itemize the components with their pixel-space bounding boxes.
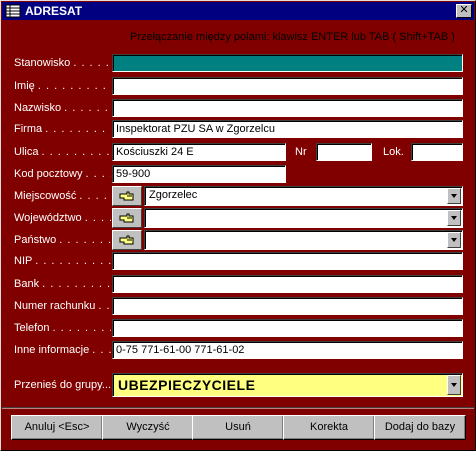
close-icon: ✕ <box>459 4 469 16</box>
hand-pointer-icon <box>119 191 134 201</box>
label-imie: Imię . . . . . . . . . . . . . . . . . .… <box>14 80 111 92</box>
label-firma: Firma . . . . . . . . . . . . . . . . . … <box>14 123 111 135</box>
nip-field[interactable] <box>112 252 463 270</box>
bank-field[interactable] <box>112 275 463 293</box>
table-icon <box>5 4 21 18</box>
dodaj-do-bazy-button[interactable]: Dodaj do bazy <box>374 415 466 440</box>
panstwo-select[interactable] <box>144 230 463 250</box>
lok-field[interactable] <box>411 143 463 161</box>
firma-field[interactable]: Inspektorat PZU SA w Zgorzelcu <box>112 120 463 138</box>
miejscowosc-picker-button[interactable] <box>112 186 142 206</box>
telefon-field[interactable] <box>112 319 463 337</box>
label-lok: Lok. <box>383 146 404 158</box>
imie-field[interactable] <box>112 77 463 95</box>
label-kod: Kod pocztowy . . . . . . . . . . . . . .… <box>14 168 111 180</box>
panstwo-picker-button[interactable] <box>112 230 142 250</box>
nr-field[interactable] <box>316 143 372 161</box>
label-stanowisko: Stanowisko . . . . . . . . . . . . . . .… <box>14 57 111 69</box>
title-bar[interactable]: ADRESAT ✕ <box>2 2 474 20</box>
hand-pointer-icon <box>119 235 134 245</box>
grupa-select[interactable]: UBEZPIECZYCIELE <box>112 373 463 397</box>
navigation-hint: Przełączanie między polami: klawisz ENTE… <box>130 31 455 43</box>
label-inne: Inne informacje . . . . . . . . . . . . … <box>14 344 111 356</box>
close-button[interactable]: ✕ <box>456 4 472 18</box>
numer-rachunku-field[interactable] <box>112 297 463 315</box>
anuluj-button[interactable]: Anuluj <Esc> <box>11 415 103 440</box>
label-telefon: Telefon . . . . . . . . . . . . . . . . … <box>14 322 111 334</box>
miejscowosc-dropdown-button[interactable] <box>447 188 461 204</box>
stanowisko-field[interactable] <box>112 54 463 72</box>
label-miejscowosc: Miejscowość . . . . . . . . . . . . . . … <box>14 190 111 202</box>
label-ulica: Ulica . . . . . . . . . . . . . . . . . … <box>14 146 111 158</box>
label-panstwo: Państwo . . . . . . . . . . . . . . . . … <box>14 234 111 246</box>
label-grupa: Przenieś do grupy... <box>14 379 111 391</box>
miejscowosc-select[interactable]: Zgorzelec <box>144 186 463 206</box>
nazwisko-field[interactable] <box>112 99 463 117</box>
grupa-value: UBEZPIECZYCIELE <box>118 377 256 393</box>
label-wojewodztwo: Województwo . . . . . . . . . . . . . . … <box>14 212 111 224</box>
wojewodztwo-select[interactable] <box>144 208 463 228</box>
window-title: ADRESAT <box>25 4 83 18</box>
panstwo-dropdown-button[interactable] <box>447 232 461 248</box>
kod-pocztowy-field[interactable]: 59-900 <box>112 165 286 183</box>
hand-pointer-icon <box>119 213 134 223</box>
wojewodztwo-picker-button[interactable] <box>112 208 142 228</box>
grupa-dropdown-button[interactable] <box>447 375 461 395</box>
chevron-down-icon <box>451 216 457 220</box>
wojewodztwo-dropdown-button[interactable] <box>447 210 461 226</box>
label-rachunek: Numer rachunku . . . . . . . . . . . . .… <box>14 300 111 312</box>
separator <box>2 407 474 409</box>
adresat-window: ADRESAT ✕ Przełączanie między polami: kl… <box>0 0 476 451</box>
label-bank: Bank . . . . . . . . . . . . . . . . . .… <box>14 278 111 290</box>
label-nr: Nr <box>295 146 307 158</box>
chevron-down-icon <box>451 238 457 242</box>
label-nazwisko: Nazwisko . . . . . . . . . . . . . . . .… <box>14 102 111 114</box>
chevron-down-icon <box>451 383 457 387</box>
ulica-field[interactable]: Kościuszki 24 E <box>112 143 286 161</box>
wyczysc-button[interactable]: Wyczyść <box>102 415 194 440</box>
label-nip: NIP . . . . . . . . . . . . . . . . . . … <box>14 255 111 267</box>
miejscowosc-value: Zgorzelec <box>149 189 198 201</box>
inne-informacje-field[interactable]: 0-75 771-61-00 771-61-02 <box>112 341 463 359</box>
chevron-down-icon <box>451 194 457 198</box>
usun-button[interactable]: Usuń <box>192 415 284 440</box>
korekta-button[interactable]: Korekta <box>283 415 375 440</box>
